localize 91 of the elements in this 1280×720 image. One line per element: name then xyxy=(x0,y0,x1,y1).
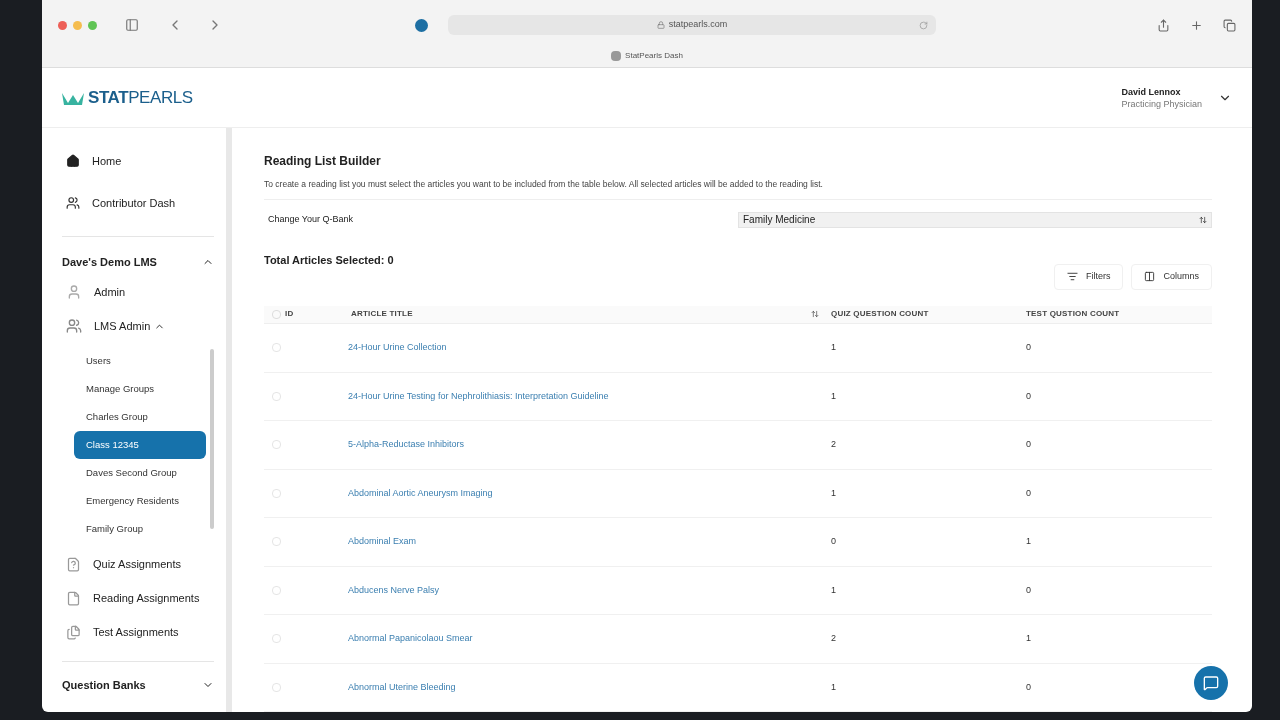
people-icon xyxy=(66,318,82,334)
table-cell-text: 2 xyxy=(831,438,837,451)
table-cell: 0 xyxy=(1026,486,1031,500)
article-link[interactable]: Abducens Nerve Palsy xyxy=(348,584,440,595)
row-checkbox[interactable] xyxy=(272,488,281,498)
table-cell-text: 1 xyxy=(831,583,837,597)
table-cell-text: 0 xyxy=(1026,341,1031,354)
sidebar-item[interactable]: Quiz Assignments xyxy=(62,547,214,581)
select-arrows-icon xyxy=(1199,215,1207,224)
table-cell: 0 xyxy=(1026,680,1031,694)
table-cell-text: 1 xyxy=(831,341,837,354)
chat-icon xyxy=(1203,675,1219,691)
article-link[interactable]: 24-Hour Urine Testing for Nephrolithiasis: Interpretation Guideline xyxy=(348,390,609,401)
column-header[interactable]: QUIZ QUESTION COUNT xyxy=(831,308,1026,321)
toolbar-button[interactable]: Columns xyxy=(1131,263,1212,290)
sidebar-item[interactable]: Admin xyxy=(62,275,214,309)
table-cell-text: 1 xyxy=(831,680,837,694)
column-header[interactable]: TEST QUSTION COUNT xyxy=(1026,308,1120,321)
new-tab-icon[interactable] xyxy=(1190,18,1203,32)
filter-icon xyxy=(1067,271,1078,283)
group-item[interactable]: Family Group xyxy=(74,515,206,543)
close-window-icon[interactable] xyxy=(58,20,67,30)
row-checkbox[interactable] xyxy=(272,343,281,353)
table-cell-text: 1 xyxy=(1026,632,1031,645)
article-link[interactable]: Abdominal Aortic Aneurysm Imaging xyxy=(348,487,493,498)
chat-button[interactable] xyxy=(1194,666,1228,700)
page-title: Reading List Builder xyxy=(264,153,382,170)
row-checkbox[interactable] xyxy=(272,682,281,692)
sidebar-item[interactable]: Reading Assignments xyxy=(62,581,214,615)
sidebar-toggle-icon[interactable] xyxy=(125,18,139,32)
group-item[interactable]: Users xyxy=(74,347,206,375)
section-header[interactable]: Question Banks xyxy=(62,674,214,696)
article-link[interactable]: 24-Hour Urine Collection xyxy=(348,342,447,352)
site-icon xyxy=(415,18,428,32)
column-header[interactable]: ARTICLE TITLE xyxy=(351,308,811,321)
group-item[interactable]: Daves Second Group xyxy=(74,459,206,487)
table-cell-text: 0 xyxy=(1026,438,1031,451)
logo-text: STATPEARLS xyxy=(88,86,193,109)
page-icon xyxy=(66,590,81,606)
table-cell-text: 1 xyxy=(831,486,837,500)
article-link[interactable]: Abdominal Exam xyxy=(348,536,417,546)
column-header[interactable]: ID xyxy=(285,308,351,321)
question-page-icon xyxy=(66,556,81,572)
article-link[interactable]: Abnormal Papanicolaou Smear xyxy=(348,633,473,643)
browser-tab[interactable]: StatPearls Dash xyxy=(625,50,683,62)
tabs-icon[interactable] xyxy=(1223,18,1236,32)
sidebar-item[interactable]: Contributor Dash xyxy=(62,182,214,224)
table-cell-text: 2 xyxy=(831,632,837,645)
selected-count: Total Articles Selected: 0 xyxy=(264,252,394,268)
table-cell-text: 0 xyxy=(831,535,837,548)
minimize-window-icon[interactable] xyxy=(73,20,82,30)
person-icon xyxy=(66,284,82,300)
table-cell-text: 1 xyxy=(1026,535,1031,548)
sidebar-item[interactable]: Home xyxy=(62,140,214,182)
address-bar[interactable]: statpearls.com xyxy=(448,15,936,35)
row-checkbox[interactable] xyxy=(272,634,281,644)
lock-icon xyxy=(656,21,665,29)
header-checkbox[interactable] xyxy=(272,309,281,319)
share-icon[interactable] xyxy=(1157,18,1170,32)
table-cell-text: 1 xyxy=(831,389,837,403)
article-link[interactable]: 5-Alpha-Reductase Inhibitors xyxy=(348,439,465,449)
page-description: To create a reading list you must select the articles you want to be included from the table below. All selected articles will be added to the reading list. xyxy=(264,178,1212,200)
pages-icon xyxy=(66,624,81,640)
sort-icon[interactable] xyxy=(811,310,819,319)
group-item[interactable]: Class 12345 xyxy=(74,431,206,459)
qbank-label: Change Your Q-Bank xyxy=(267,213,355,226)
toolbar-button[interactable]: Filters xyxy=(1054,263,1124,290)
group-item[interactable]: Emergency Residents xyxy=(74,487,206,515)
reload-icon[interactable] xyxy=(919,20,928,30)
row-checkbox[interactable] xyxy=(272,585,281,595)
people-icon xyxy=(66,196,80,210)
sidebar-item[interactable]: Test Assignments xyxy=(62,615,214,649)
user-name: David Lennox xyxy=(1121,85,1182,98)
sidebar-item[interactable]: LMS Admin xyxy=(62,309,214,343)
group-item[interactable]: Manage Groups xyxy=(74,375,206,403)
home-icon xyxy=(66,154,80,168)
group-item[interactable]: Charles Group xyxy=(74,403,206,431)
table-cell: 0 xyxy=(1026,389,1031,403)
row-checkbox[interactable] xyxy=(272,537,281,547)
scrollbar-icon[interactable] xyxy=(210,349,214,529)
columns-icon xyxy=(1144,271,1156,283)
row-checkbox[interactable] xyxy=(272,391,281,401)
row-checkbox[interactable] xyxy=(272,440,281,450)
qbank-select[interactable]: Family Medicine xyxy=(738,211,1212,228)
tab-favicon-icon xyxy=(611,51,622,61)
section-header[interactable]: Dave's Demo LMS xyxy=(62,249,214,275)
table-cell: 0 xyxy=(1026,583,1031,597)
article-link[interactable]: Abnormal Uterine Bleeding xyxy=(348,681,456,692)
user-role: Practicing Physician xyxy=(1121,97,1202,110)
maximize-window-icon[interactable] xyxy=(88,20,97,30)
address-text: statpearls.com xyxy=(668,18,728,32)
